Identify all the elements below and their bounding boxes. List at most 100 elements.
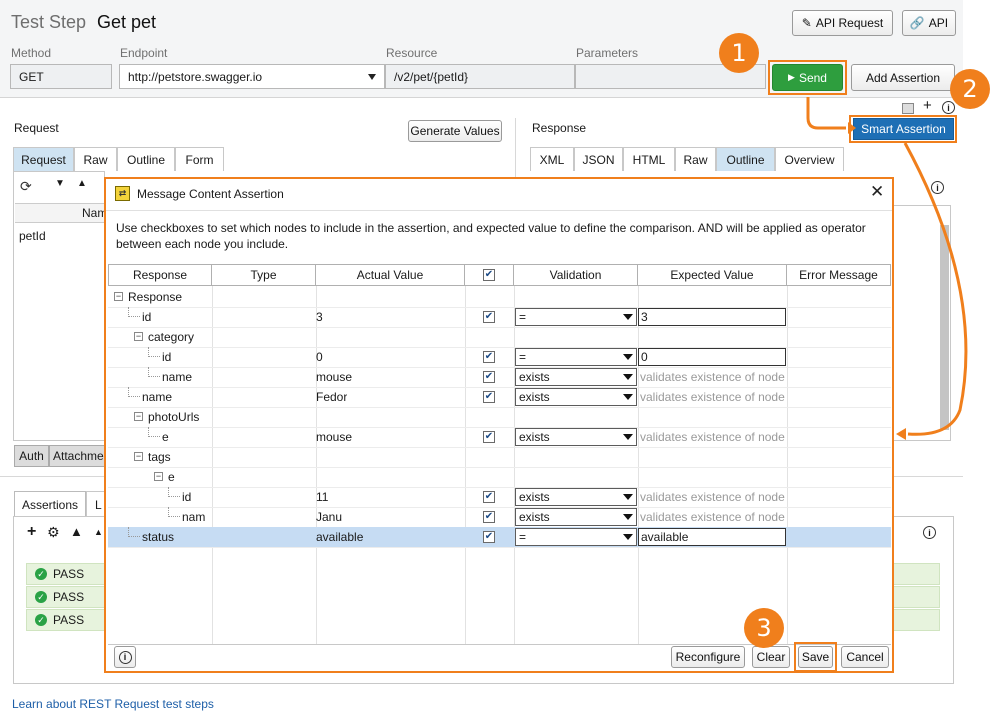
close-icon[interactable]: ✕: [870, 182, 884, 202]
actual-value: available: [316, 530, 364, 544]
column-header-actual-value[interactable]: Actual Value: [316, 264, 465, 286]
include-checkbox[interactable]: ✔: [483, 391, 495, 403]
node-name: status: [142, 530, 175, 544]
validation-value: =: [519, 310, 527, 324]
validation-select[interactable]: =: [515, 528, 637, 546]
include-checkbox[interactable]: ✔: [483, 371, 495, 383]
column-header-include[interactable]: ✔: [465, 264, 514, 286]
dialog-description: Use checkboxes to set which nodes to inc…: [116, 221, 866, 251]
column-header-type[interactable]: Type: [212, 264, 316, 286]
validation-value: exists: [519, 490, 550, 504]
collapse-toggle-icon[interactable]: −: [114, 292, 123, 301]
validation-value: =: [519, 530, 527, 544]
tree-row[interactable]: name Fedor ✔ exists validates existence of n…: [108, 387, 891, 407]
info-icon: i: [118, 650, 132, 664]
actual-value: 0: [316, 350, 323, 364]
chevron-down-icon: [623, 314, 633, 320]
row-separator: [108, 547, 891, 548]
tree-row[interactable]: status available ✔ = available: [108, 527, 891, 547]
include-checkbox[interactable]: ✔: [483, 431, 495, 443]
tree-row[interactable]: e mouse ✔ exists validates existence of node: [108, 427, 891, 447]
tree-row[interactable]: id 0 ✔ = 0: [108, 347, 891, 367]
include-checkbox[interactable]: ✔: [483, 511, 495, 523]
actual-value: Janu: [316, 510, 343, 524]
node-name: e: [162, 430, 169, 444]
validation-value: exists: [519, 510, 550, 524]
column-header-expected-value[interactable]: Expected Value: [638, 264, 787, 286]
reconfigure-button[interactable]: Reconfigure: [671, 646, 745, 668]
actual-value: 11: [316, 490, 329, 504]
node-name: tags: [148, 450, 171, 464]
node-name: Response: [128, 290, 183, 304]
validation-value: exists: [519, 370, 550, 384]
include-checkbox[interactable]: ✔: [483, 531, 495, 543]
collapse-toggle-icon[interactable]: −: [134, 412, 143, 421]
dialog-title: Message Content Assertion: [137, 187, 284, 201]
collapse-toggle-icon[interactable]: −: [134, 332, 143, 341]
tree-row[interactable]: id 3 ✔ = 3: [108, 307, 891, 327]
tree-connector: [128, 387, 140, 397]
node-name: photoUrls: [148, 410, 200, 424]
validation-value: =: [519, 350, 527, 364]
tree-row[interactable]: id 11 ✔ exists validates existence of node: [108, 487, 891, 507]
chevron-down-icon: [623, 374, 633, 380]
node-name: id: [182, 490, 192, 504]
tree-row[interactable]: − Response: [108, 287, 891, 307]
validation-select[interactable]: =: [515, 348, 637, 366]
tree-row[interactable]: − e: [108, 467, 891, 487]
expected-value-hint: validates existence of node: [640, 390, 785, 404]
column-header-validation[interactable]: Validation: [514, 264, 638, 286]
tree-row[interactable]: − photoUrls: [108, 407, 891, 427]
validation-select[interactable]: exists: [515, 508, 637, 526]
validation-select[interactable]: exists: [515, 488, 637, 506]
tree-connector: [128, 527, 140, 537]
chevron-down-icon: [623, 514, 633, 520]
expected-value-input[interactable]: available: [638, 528, 786, 546]
expected-value-hint: validates existence of node: [640, 430, 785, 444]
node-name: id: [142, 310, 152, 324]
collapse-toggle-icon[interactable]: −: [154, 472, 163, 481]
tree-row[interactable]: − category: [108, 327, 891, 347]
clear-button[interactable]: Clear: [752, 646, 790, 668]
tree-connector: [148, 427, 160, 437]
arrowhead-left: [896, 428, 906, 440]
callout-3: 3: [744, 608, 784, 648]
node-name: category: [148, 330, 195, 344]
tree-connector: [148, 367, 160, 377]
expected-value-input[interactable]: 0: [638, 348, 786, 366]
help-button[interactable]: i: [114, 646, 136, 668]
tree-row[interactable]: nam Janu ✔ exists validates existence of nod…: [108, 507, 891, 527]
collapse-toggle-icon[interactable]: −: [134, 452, 143, 461]
node-name: name: [162, 370, 193, 384]
chevron-down-icon: [623, 494, 633, 500]
chevron-down-icon: [623, 434, 633, 440]
tree-connector: [168, 487, 180, 497]
dialog-app-icon: ⇄: [115, 186, 130, 201]
validation-select[interactable]: exists: [515, 368, 637, 386]
validation-select[interactable]: =: [515, 308, 637, 326]
tree-row[interactable]: name mouse ✔ exists validates existence of n…: [108, 367, 891, 387]
column-header-error-message[interactable]: Error Message: [787, 264, 891, 286]
include-checkbox[interactable]: ✔: [483, 491, 495, 503]
tree-row[interactable]: − tags: [108, 447, 891, 467]
cancel-button[interactable]: Cancel: [841, 646, 889, 668]
include-checkbox[interactable]: ✔: [483, 351, 495, 363]
tree-connector: [128, 307, 140, 317]
node-name: name: [142, 390, 173, 404]
tree-connector: [148, 347, 160, 357]
select-all-checkbox[interactable]: ✔: [483, 269, 495, 281]
save-button[interactable]: Save: [798, 646, 833, 668]
chevron-down-icon: [623, 394, 633, 400]
validation-select[interactable]: exists: [515, 428, 637, 446]
include-checkbox[interactable]: ✔: [483, 311, 495, 323]
smart-to-response-arrow: [903, 142, 968, 436]
validation-value: exists: [519, 390, 550, 404]
expected-value-input[interactable]: 3: [638, 308, 786, 326]
validation-value: exists: [519, 430, 550, 444]
column-header-response[interactable]: Response: [108, 264, 212, 286]
node-name: id: [162, 350, 172, 364]
tree-connector: [168, 507, 180, 517]
validation-select[interactable]: exists: [515, 388, 637, 406]
node-name: nam: [182, 510, 206, 524]
chevron-down-icon: [623, 354, 633, 360]
